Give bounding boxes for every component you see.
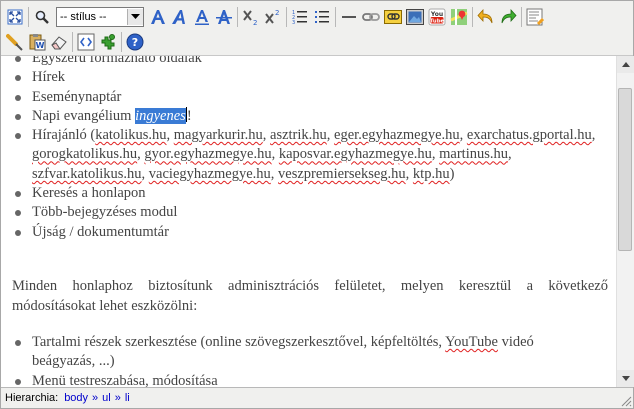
toolbar-separator xyxy=(521,7,522,27)
map-icon[interactable] xyxy=(449,7,469,27)
style-select[interactable]: -- stílus -- xyxy=(56,7,144,27)
site-name: szfvar.katolikus.hu xyxy=(32,165,142,182)
redo-icon[interactable] xyxy=(498,7,518,27)
list-item: Több-bejegyzéses modul xyxy=(15,203,616,222)
italic-icon[interactable] xyxy=(170,7,190,27)
list-item-text: Hírajánló ( xyxy=(32,127,96,144)
svg-text:Tube: Tube xyxy=(430,18,445,24)
toolbar-row-2: W ? xyxy=(5,30,147,54)
list-item-text: ) xyxy=(449,165,455,182)
admin-paragraph: Minden honlaphoz biztosítunk adminisztrá… xyxy=(12,277,608,316)
site-name: veszpremiersekseg.hu xyxy=(278,165,406,182)
source-code-icon[interactable] xyxy=(525,7,545,27)
ordered-list-icon[interactable]: 123 xyxy=(290,7,310,27)
site-name: eger.egyhazmegye.hu xyxy=(334,127,460,144)
wysiwyg-editor: -- stílus -- 2 2 12 3 You Tube W ? Egysz… xyxy=(0,0,634,409)
image-icon[interactable] xyxy=(405,7,425,27)
svg-text:3: 3 xyxy=(292,20,295,25)
style-select-value: -- stílus -- xyxy=(60,11,107,23)
eraser-icon[interactable] xyxy=(49,32,69,52)
format-painter-icon[interactable] xyxy=(5,32,25,52)
toolbar-separator xyxy=(28,7,29,27)
superscript-icon[interactable]: 2 xyxy=(263,7,283,27)
youtube-word: YouTube xyxy=(445,334,498,350)
bold-icon[interactable] xyxy=(148,7,168,27)
site-name: gyor.egyhazmegye.hu xyxy=(144,146,272,163)
unordered-list-icon[interactable] xyxy=(312,7,332,27)
undo-icon[interactable] xyxy=(476,7,496,27)
youtube-icon[interactable]: You Tube xyxy=(427,7,447,27)
paragraph-line: Minden honlaphoz biztosítunk adminisztrá… xyxy=(12,278,608,294)
vertical-scrollbar[interactable] xyxy=(616,56,634,387)
toolbar-separator xyxy=(121,32,122,52)
resize-grip-icon[interactable] xyxy=(620,395,632,407)
search-icon[interactable] xyxy=(32,7,52,27)
code-view-icon[interactable] xyxy=(76,32,96,52)
list-item: Menü testreszabása, módosítása xyxy=(15,372,616,387)
toolbar-separator xyxy=(237,7,238,27)
list-item-text: Napi evangélium xyxy=(32,107,136,124)
site-name: vaciegyhazmegye.hu xyxy=(148,165,271,182)
list-item: Tartalmi részek szerkesztése (online szö… xyxy=(15,333,616,372)
list-item-text: ! xyxy=(186,107,192,124)
horizontal-rule-icon[interactable] xyxy=(339,7,359,27)
toolbar-separator xyxy=(286,7,287,27)
plugin-icon[interactable] xyxy=(98,32,118,52)
svg-text:2: 2 xyxy=(253,19,257,26)
admin-features-list: Tartalmi részek szerkesztése (online szö… xyxy=(1,333,616,387)
help-icon[interactable]: ? xyxy=(125,32,145,52)
svg-text:?: ? xyxy=(132,36,138,49)
list-item-text: beágyazás, ...) xyxy=(32,353,115,370)
breadcrumb-separator: » xyxy=(114,392,121,404)
strikethrough-icon[interactable] xyxy=(214,7,234,27)
selected-text[interactable]: ingyenes xyxy=(135,107,186,124)
list-item-text: Tartalmi részek szerkesztése (online szö… xyxy=(32,334,446,350)
status-bar: Hierarchia: body » ul » li xyxy=(1,387,633,408)
toolbar-separator xyxy=(335,7,336,27)
site-name: martinus.hu xyxy=(439,146,509,163)
list-item: Eseménynaptár xyxy=(15,88,616,107)
list-item: Hírek xyxy=(15,68,616,87)
list-item: Egyszerű formázható oldalak xyxy=(15,56,616,68)
hierarchy-label: Hierarchia: xyxy=(5,392,59,404)
site-name: ktp.hu xyxy=(412,165,450,182)
list-item: Keresés a honlapon xyxy=(15,184,616,203)
list-item: Újság / dokumentumtár xyxy=(15,223,616,242)
svg-text:W: W xyxy=(36,41,45,50)
site-name: magyarkurir.hu xyxy=(173,127,263,144)
breadcrumb-ul[interactable]: ul xyxy=(102,392,111,404)
toolbar-separator xyxy=(72,32,73,52)
list-item-text: videó xyxy=(497,334,534,350)
scroll-up-button[interactable] xyxy=(617,56,634,73)
svg-text:You: You xyxy=(430,11,443,18)
paragraph-line: módosításokat lehet eszközölni: xyxy=(12,297,198,314)
list-item-hirajanlo: Hírajánló (katolikus.hu, magyarkurir.hu,… xyxy=(15,126,616,184)
scroll-down-button[interactable] xyxy=(617,370,634,387)
features-list: Egyszerű formázható oldalak Hírek Esemén… xyxy=(1,56,616,242)
breadcrumb-body[interactable]: body xyxy=(64,392,88,404)
fullscreen-icon[interactable] xyxy=(5,7,25,27)
anchor-link-icon[interactable] xyxy=(383,7,403,27)
site-name: gorogkatolikus.hu xyxy=(32,146,138,163)
breadcrumb-li[interactable]: li xyxy=(125,392,130,404)
editor-toolbar: -- stílus -- 2 2 12 3 You Tube W ? xyxy=(1,1,633,56)
breadcrumb-separator: » xyxy=(92,392,99,404)
paste-word-icon[interactable]: W xyxy=(27,32,47,52)
site-name: asztrik.hu xyxy=(270,127,327,144)
subscript-icon[interactable]: 2 xyxy=(241,7,261,27)
link-icon[interactable] xyxy=(361,7,381,27)
chevron-down-icon[interactable] xyxy=(127,9,143,25)
site-name: kaposvar.egyhazmegye.hu xyxy=(278,146,432,163)
site-name: katolikus.hu xyxy=(95,127,167,144)
svg-text:2: 2 xyxy=(275,9,279,17)
list-item-evangelium: Napi evangélium ingyenes! xyxy=(15,106,616,126)
toolbar-separator xyxy=(472,7,473,27)
toolbar-row-1: -- stílus -- 2 2 12 3 You Tube xyxy=(5,5,547,29)
editor-content-area[interactable]: Egyszerű formázható oldalak Hírek Esemén… xyxy=(1,56,616,387)
site-name: exarchatus.gportal.hu xyxy=(466,127,592,144)
scrollbar-thumb[interactable] xyxy=(618,88,632,251)
underline-icon[interactable] xyxy=(192,7,212,27)
